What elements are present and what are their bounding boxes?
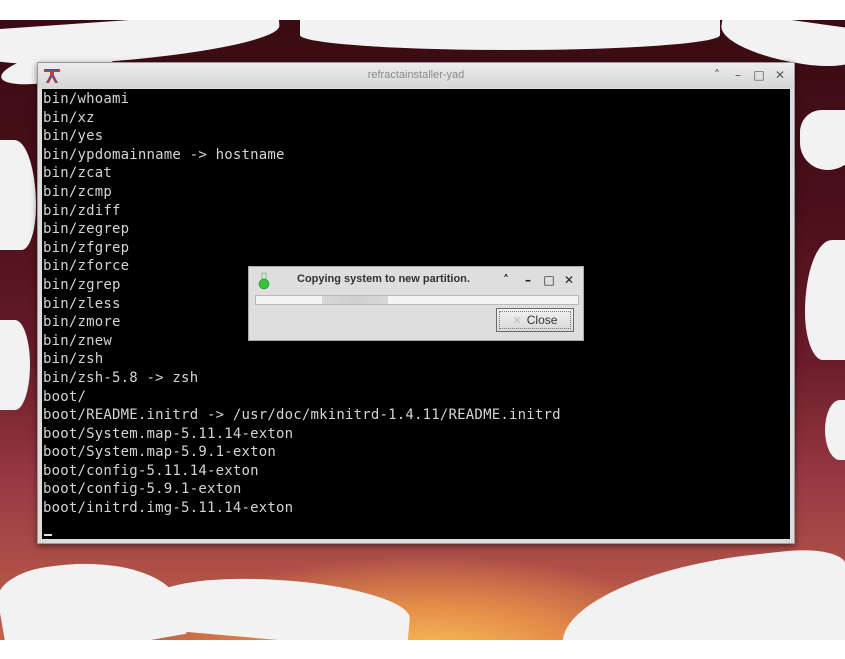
terminal-line: bin/zsh-5.8 -> zsh — [43, 369, 199, 386]
shade-icon[interactable]: ˄ — [499, 272, 513, 288]
terminal-line: bin/zcmp — [43, 183, 113, 200]
terminal-line: bin/zegrep — [43, 221, 130, 238]
terminal-line: bin/zfgrep — [43, 239, 130, 256]
close-icon[interactable]: ✕ — [562, 272, 576, 288]
progress-pulse — [322, 296, 388, 304]
terminal-line: bin/yes — [43, 128, 104, 145]
close-icon: ✕ — [512, 314, 522, 327]
terminal-line: boot/README.initrd -> /usr/doc/mkinitrd-… — [43, 407, 561, 424]
terminal-line: boot/config-5.11.14-exton — [43, 462, 259, 479]
minimize-icon[interactable]: – — [730, 67, 746, 83]
terminal-line: boot/initrd.img-5.11.14-exton — [43, 500, 294, 517]
close-button-label: Close — [526, 313, 558, 327]
minimize-icon[interactable]: – — [521, 272, 535, 288]
shade-icon[interactable]: ˄ — [709, 67, 725, 83]
flask-icon — [258, 272, 270, 290]
dialog-title: Copying system to new partition. — [297, 273, 470, 285]
terminal-line: bin/zsh — [43, 351, 104, 368]
close-icon[interactable]: ✕ — [772, 67, 788, 83]
terminal-line: bin/whoami — [43, 91, 130, 107]
window-title: refractainstaller-yad — [367, 69, 465, 81]
maximize-icon[interactable]: □ — [751, 67, 767, 83]
terminal-line: boot/ — [43, 388, 87, 405]
terminal-line: bin/zdiff — [43, 202, 121, 219]
terminal-line: boot/System.map-5.9.1-exton — [43, 444, 276, 461]
terminal-line: boot/System.map-5.11.14-exton — [43, 425, 294, 442]
window-titlebar[interactable]: refractainstaller-yad ˄ – □ ✕ — [38, 63, 794, 88]
terminal-line: bin/ypdomainname -> hostname — [43, 146, 285, 163]
terminal-cursor — [44, 534, 52, 536]
terminal-line: bin/xz — [43, 109, 95, 126]
progress-bar — [255, 295, 579, 305]
progress-dialog: Copying system to new partition. ˄ – □ ✕… — [248, 266, 584, 341]
terminal-line: boot/config-5.9.1-exton — [43, 481, 242, 498]
terminal-line: bin/zcat — [43, 165, 113, 182]
maximize-icon[interactable]: □ — [542, 272, 556, 288]
close-button[interactable]: ✕ Close — [496, 308, 574, 332]
